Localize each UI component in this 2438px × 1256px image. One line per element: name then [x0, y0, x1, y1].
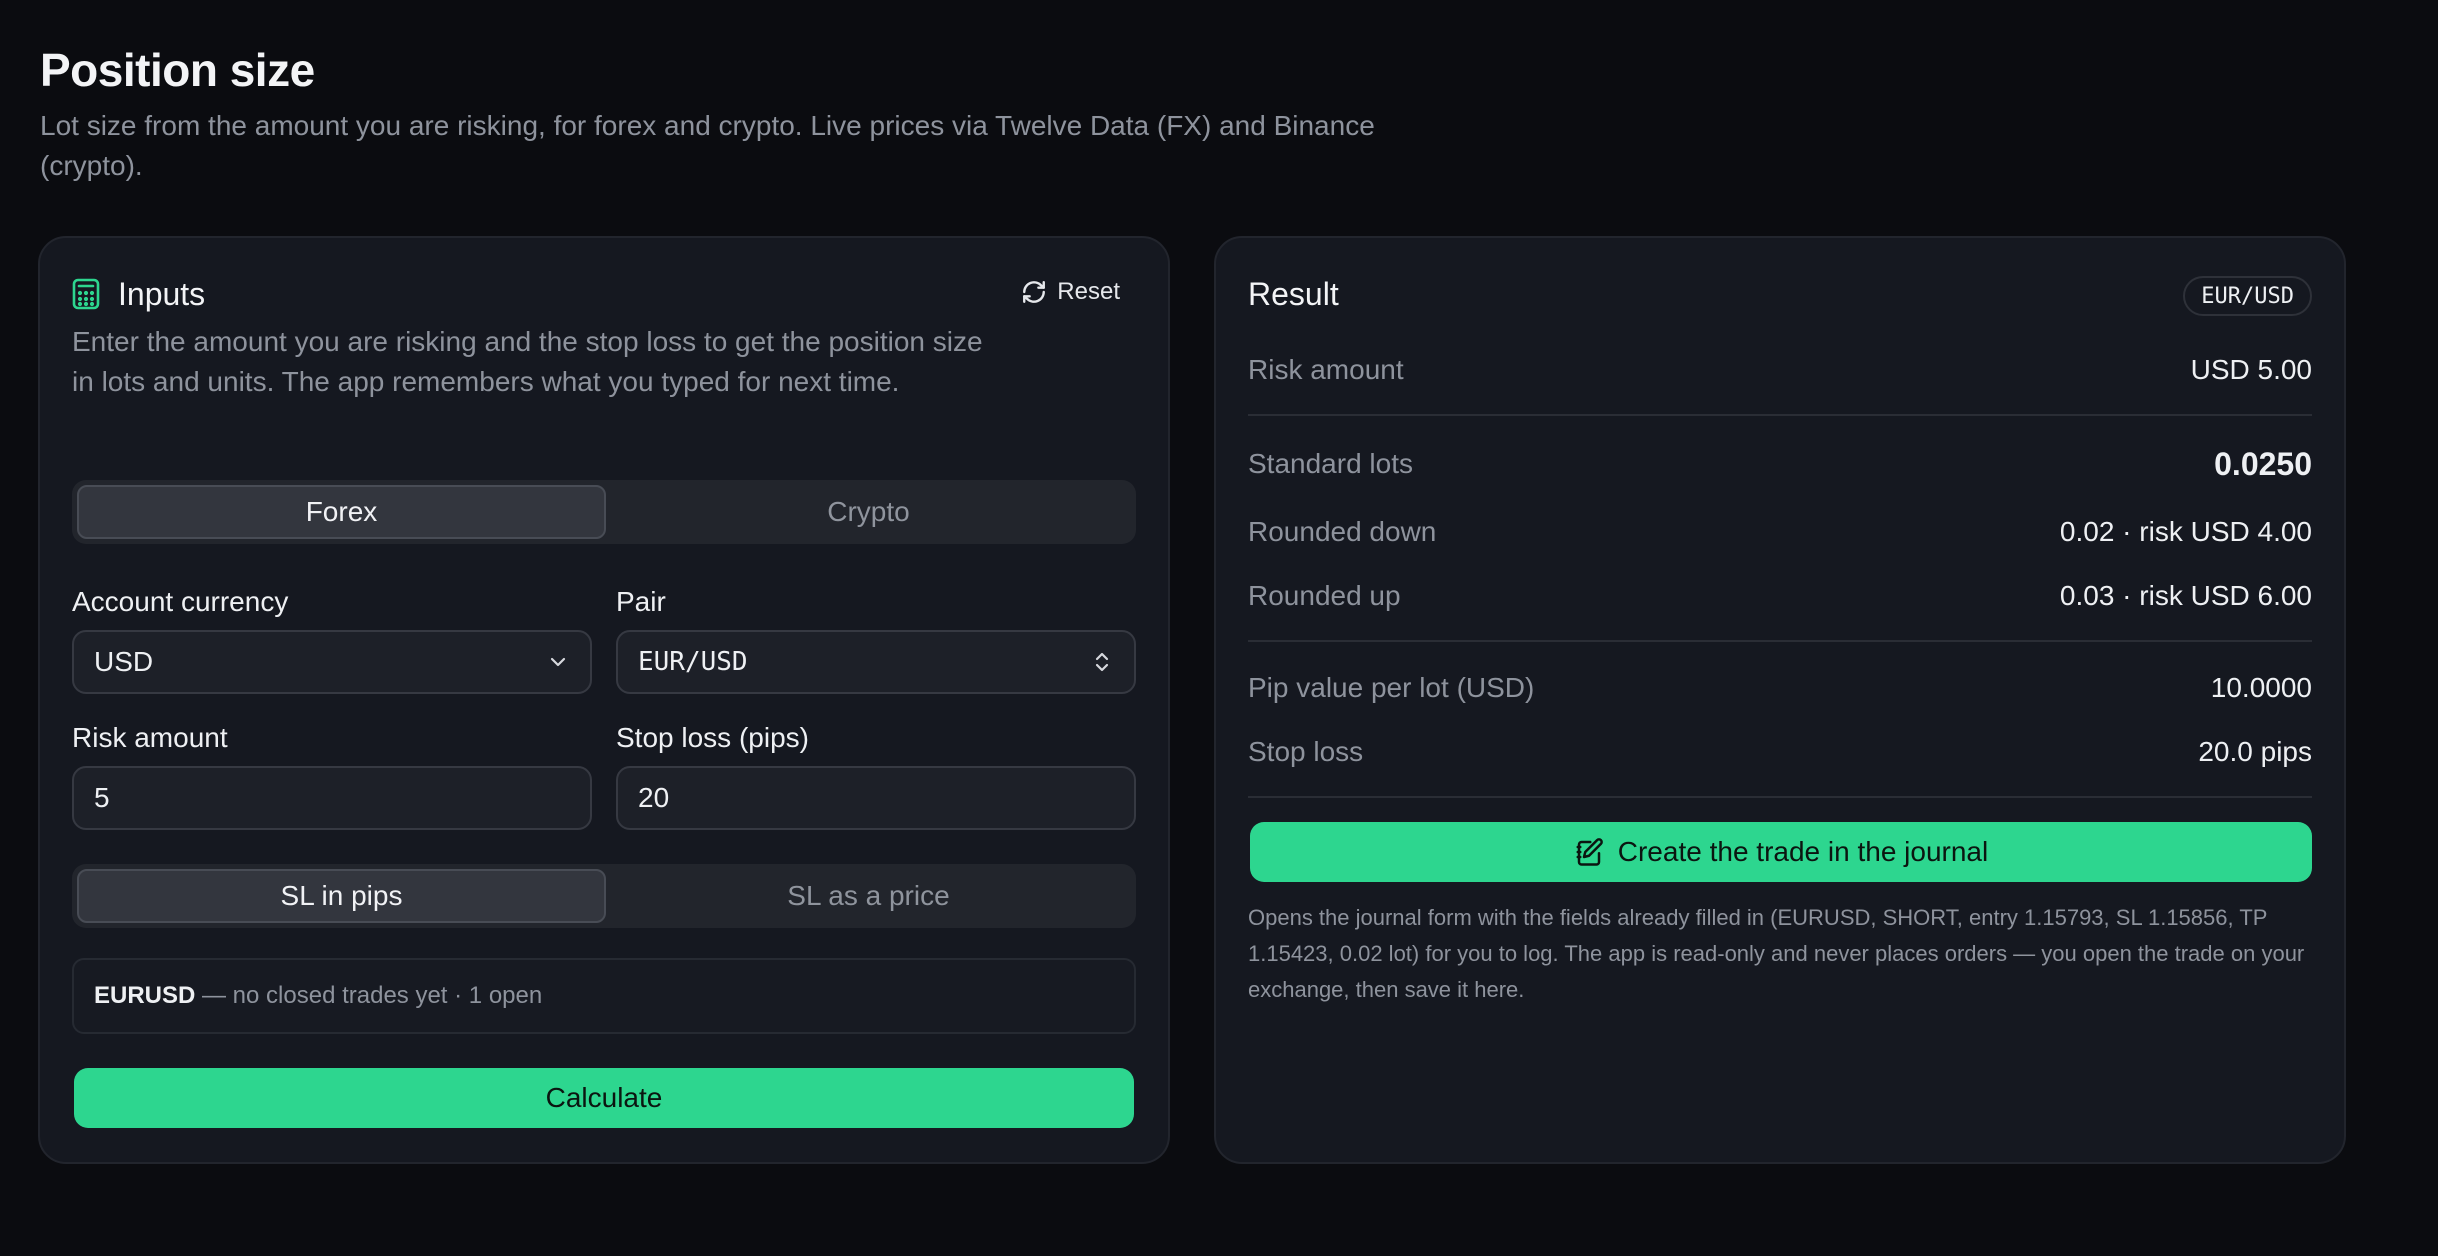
inputs-title: Inputs	[118, 275, 206, 312]
journal-edit-icon	[1576, 838, 1603, 866]
pair-badge: EUR/USD	[2183, 276, 2312, 316]
journal-note: Opens the journal form with the fields a…	[1248, 905, 2305, 1002]
pip-value-key: Pip value per lot (USD)	[1248, 672, 1535, 703]
stop-loss-value: 20	[638, 782, 670, 813]
inputs-card: Inputs Reset Enter the amount you are ri…	[38, 236, 1170, 1164]
risk-amount-result: USD 5.00	[2190, 354, 2312, 385]
tab-forex[interactable]: Forex	[77, 485, 606, 539]
info-symbol: EURUSD	[94, 982, 196, 1009]
refresh-icon	[1023, 281, 1046, 303]
info-text: — no closed trades yet · 1 open	[195, 982, 543, 1009]
panels: Inputs Reset Enter the amount you are ri…	[38, 236, 2346, 1164]
calculate-button[interactable]: Calculate	[74, 1068, 1134, 1128]
pip-value-result: 10.0000	[2210, 672, 2312, 703]
risk-amount-value: 5	[94, 782, 110, 813]
account-currency-value: USD	[94, 646, 154, 677]
tab-sl-in-pips[interactable]: SL in pips	[77, 869, 606, 923]
result-card: Result EUR/USD Risk amount USD 5.00 Stan…	[1214, 236, 2346, 1164]
stop-loss-result: 20.0 pips	[2198, 736, 2312, 767]
stop-loss-label: Stop loss (pips)	[616, 722, 809, 753]
chevron-up-down-icon	[1095, 652, 1109, 672]
pair-value: EUR/USD	[638, 647, 748, 677]
reset-label: Reset	[1057, 278, 1120, 305]
result-row-standard-lots: Standard lots 0.0250	[1248, 444, 2312, 484]
pair-label: Pair	[616, 586, 666, 617]
pair-select[interactable]: EUR/USD	[616, 630, 1136, 694]
market-type-toggle: Forex Crypto	[72, 480, 1136, 544]
result-row-stop-loss: Stop loss 20.0 pips	[1248, 732, 2312, 772]
divider	[1248, 414, 2312, 416]
stop-loss-key: Stop loss	[1248, 736, 1364, 767]
pair-history-info: EURUSD — no closed trades yet · 1 open	[72, 958, 1136, 1034]
create-journal-trade-label: Create the trade in the journal	[1617, 836, 1989, 867]
chevron-down-icon	[550, 657, 566, 667]
rounded-up-key: Rounded up	[1248, 580, 1401, 611]
divider	[1248, 640, 2312, 642]
risk-amount-input[interactable]: 5	[72, 766, 592, 830]
result-header: Result	[1248, 274, 2312, 314]
reset-button[interactable]: Reset	[1005, 272, 1136, 312]
result-row-risk-amount: Risk amount USD 5.00	[1248, 350, 2312, 390]
account-currency-label: Account currency	[72, 586, 289, 617]
calculator-icon	[72, 278, 100, 310]
rounded-up-result: 0.03 · risk USD 6.00	[2059, 580, 2312, 611]
account-currency-select[interactable]: USD	[72, 630, 592, 694]
rounded-down-result: 0.02 · risk USD 4.00	[2059, 516, 2312, 547]
result-row-rounded-up: Rounded up 0.03 · risk USD 6.00	[1248, 576, 2312, 616]
risk-amount-key: Risk amount	[1248, 354, 1404, 385]
stop-loss-input[interactable]: 20	[616, 766, 1136, 830]
result-row-pip-value: Pip value per lot (USD) 10.0000	[1248, 668, 2312, 708]
sl-mode-toggle: SL in pips SL as a price	[72, 864, 1136, 928]
page-title: Position size	[40, 44, 315, 96]
rounded-down-key: Rounded down	[1248, 516, 1437, 547]
create-journal-trade-button[interactable]: Create the trade in the journal	[1250, 822, 2312, 882]
inputs-description: Enter the amount you are risking and the…	[72, 326, 983, 397]
tab-sl-as-price[interactable]: SL as a price	[606, 869, 1131, 923]
standard-lots-result: 0.0250	[2214, 445, 2312, 482]
standard-lots-key: Standard lots	[1248, 448, 1413, 479]
result-row-rounded-down: Rounded down 0.02 · risk USD 4.00	[1248, 512, 2312, 552]
risk-amount-label: Risk amount	[72, 722, 228, 753]
tab-crypto[interactable]: Crypto	[606, 485, 1131, 539]
divider	[1248, 796, 2312, 798]
inputs-header: Inputs Reset	[72, 274, 1136, 314]
position-size-page: Position size Lot size from the amount y…	[0, 0, 2438, 1256]
result-title: Result	[1248, 275, 1339, 312]
page-subtitle: Lot size from the amount you are risking…	[40, 110, 1375, 181]
